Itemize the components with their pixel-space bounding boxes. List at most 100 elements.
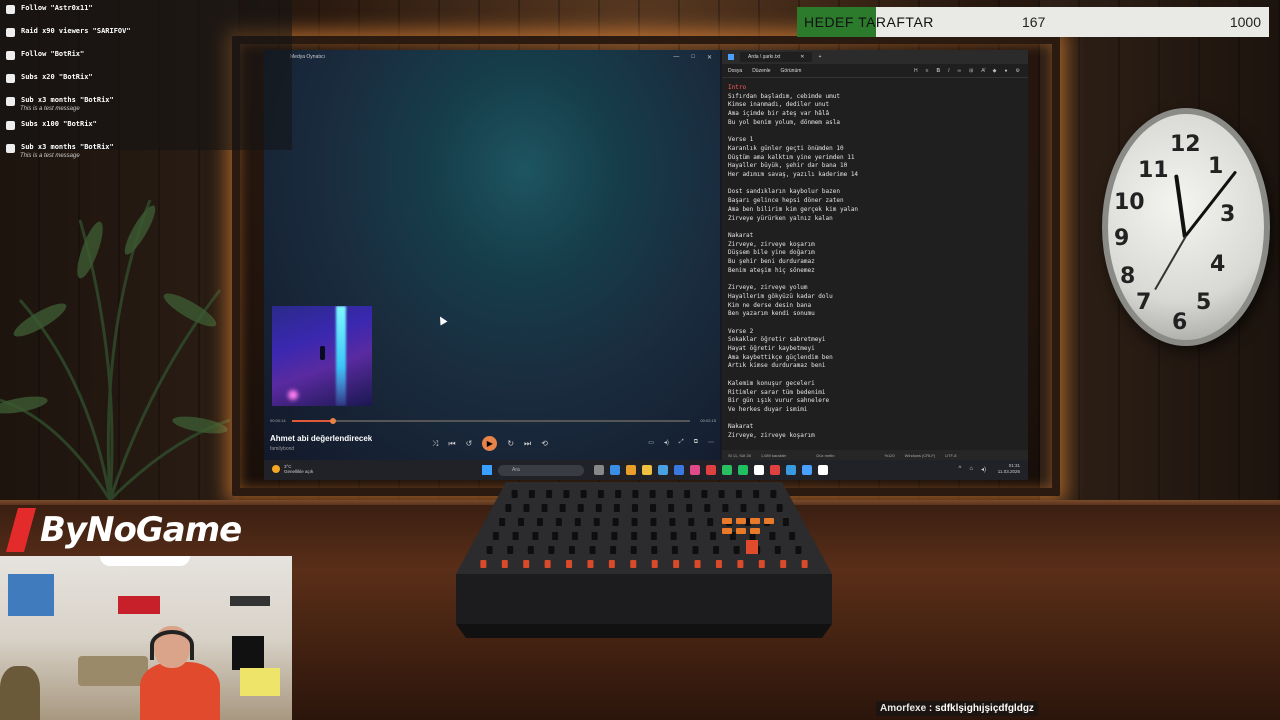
bold-icon[interactable]: B [936, 68, 940, 74]
streamer-hoodie [140, 662, 220, 720]
search-placeholder: Ara [512, 467, 520, 473]
mixer-knob [650, 518, 657, 526]
link-icon[interactable]: ∞ [958, 68, 962, 74]
copilot-icon[interactable]: ◆ [993, 68, 997, 74]
notepad-line: Hayallerim gökyüzü kadar dolu [728, 292, 833, 300]
heading-icon[interactable]: H [914, 68, 918, 74]
notepad-line: Düştüm ama kalktım yine yerimden 11 [728, 153, 855, 161]
table-icon[interactable]: ⊞ [969, 68, 973, 74]
menu-file[interactable]: Dosya [728, 68, 742, 74]
seek-bar[interactable]: 00:00:14 00:02:15 [270, 417, 716, 425]
chat-message: Amorfexe : sdfklşighıjşiçdfgldgz [876, 701, 1038, 716]
feed-item-text: Follow "BotRix" [21, 50, 85, 58]
mixer-knob [780, 560, 787, 568]
channel-logo: ByNoGame [6, 508, 242, 552]
taskbar-app-icon[interactable] [674, 465, 684, 475]
status-chars: 1.089 karakter [760, 452, 787, 458]
taskbar-app-icon[interactable] [610, 465, 620, 475]
taskbar-apps [594, 465, 828, 475]
tray-chevron-icon[interactable]: ^ [959, 466, 962, 473]
mixer-knob [580, 490, 587, 498]
mixer-knob [593, 518, 600, 526]
settings-icon[interactable]: ⚙ [1016, 68, 1020, 74]
follow-icon [6, 51, 15, 60]
list-icon[interactable]: ≡ [926, 68, 929, 74]
taskbar-app-icon[interactable] [642, 465, 652, 475]
volume-icon[interactable]: ◂) [664, 439, 669, 446]
mixer-knob [713, 546, 720, 554]
taskbar-app-icon[interactable] [690, 465, 700, 475]
taskbar-search[interactable]: Ara [498, 465, 584, 476]
maximize-icon[interactable]: □ [691, 54, 695, 61]
more-icon[interactable]: ⋯ [708, 439, 714, 446]
forward-icon[interactable]: ↻ [507, 439, 514, 448]
play-icon[interactable]: ▶ [482, 436, 498, 451]
cast-icon[interactable]: ⧉ [694, 439, 698, 446]
mixer-knob [546, 490, 553, 498]
taskbar-clock[interactable]: 01:31 11.03.2026 [998, 463, 1020, 475]
media-player-titlebar: Medya Oynatıcı — □ ✕ [264, 50, 720, 64]
mixer-knob [528, 490, 535, 498]
logo-text: ByNoGame [40, 510, 242, 550]
volume-tray-icon[interactable]: ◂) [981, 466, 986, 473]
notepad-line: Hayaller büyük, şehir dar bana 10 [728, 162, 848, 170]
notepad-line: Nakarat [728, 231, 754, 239]
profile-icon[interactable]: ● [1004, 68, 1007, 74]
mixer-knob [650, 504, 657, 512]
taskbar-app-icon[interactable] [802, 465, 812, 475]
mixer-knob [630, 546, 637, 554]
close-icon[interactable]: ✕ [707, 54, 712, 61]
taskbar-app-icon[interactable] [818, 465, 828, 475]
notepad-line: Kalemim konuşur geceleri [728, 379, 815, 387]
notepad-line: Bu şehir beni durduramaz [728, 258, 815, 266]
mixer-knob [505, 504, 512, 512]
seek-track[interactable] [292, 418, 690, 424]
taskbar-app-icon[interactable] [626, 465, 636, 475]
new-tab-icon[interactable]: + [818, 54, 821, 60]
taskbar-app-icon[interactable] [786, 465, 796, 475]
clock-numeral: 5 [1196, 290, 1212, 315]
start-button[interactable] [482, 465, 492, 475]
taskbar-app-icon[interactable] [738, 465, 748, 475]
taskbar: 3°C Genellikle açık Ara ^ ⌂ ◂) 01:31 11.… [264, 460, 1028, 480]
audio-mixer [456, 482, 832, 638]
menu-view[interactable]: Görünüm [781, 68, 802, 74]
taskbar-app-icon[interactable] [658, 465, 668, 475]
menu-edit[interactable]: Düzenle [752, 68, 770, 74]
repeat-icon[interactable]: ⟲ [541, 439, 548, 448]
seek-knob[interactable] [330, 418, 337, 424]
mixer-knob [563, 490, 570, 498]
shuffle-icon[interactable]: ⤨ [432, 439, 438, 449]
notepad-tab-title: Arda \ şarkı.txt [748, 54, 781, 60]
mixer-knob [492, 532, 499, 540]
previous-icon[interactable]: ⏮ [448, 439, 455, 449]
notepad-line: Ve herkes duyar ismimi [728, 405, 808, 413]
taskbar-app-icon[interactable] [722, 465, 732, 475]
miniplayer-icon[interactable]: ▭ [648, 439, 654, 446]
stream-overlay: 12 1 3 4 5 6 7 8 9 10 11 Medya Oynatıcı … [0, 0, 1280, 720]
feed-item-text: Sub x3 months "BotRix" [21, 143, 114, 151]
wall-shelf [230, 596, 270, 606]
taskbar-app-icon[interactable] [594, 465, 604, 475]
weather-widget[interactable]: 3°C Genellikle açık [272, 464, 313, 474]
mixer-knob [501, 560, 508, 568]
notepad-tab[interactable]: Arda \ şarkı.txt ✕ [740, 52, 813, 62]
taskbar-app-icon[interactable] [754, 465, 764, 475]
notepad-text-area[interactable]: Intro Sıfırdan başladım, cebimde umut Kims… [722, 78, 1028, 447]
mixer-knob [589, 546, 596, 554]
network-icon[interactable]: ⌂ [969, 466, 973, 473]
feed-item-text: Sub x3 months "BotRix" [21, 96, 114, 104]
taskbar-app-icon[interactable] [706, 465, 716, 475]
mixer-knob [518, 518, 525, 526]
notepad-line: Düşsem bile yine doğarım [728, 249, 815, 257]
rewind-icon[interactable]: ↺ [466, 439, 473, 448]
italic-icon[interactable]: I [948, 68, 949, 74]
follow-icon [6, 5, 15, 14]
clear-format-icon[interactable]: A̸ [981, 68, 984, 74]
minimize-icon[interactable]: — [673, 54, 679, 61]
tab-close-icon[interactable]: ✕ [800, 54, 804, 60]
next-icon[interactable]: ⏭ [524, 439, 531, 449]
fullscreen-icon[interactable]: ⤢ [679, 439, 684, 446]
mixer-knob [631, 532, 638, 540]
taskbar-app-icon[interactable] [770, 465, 780, 475]
